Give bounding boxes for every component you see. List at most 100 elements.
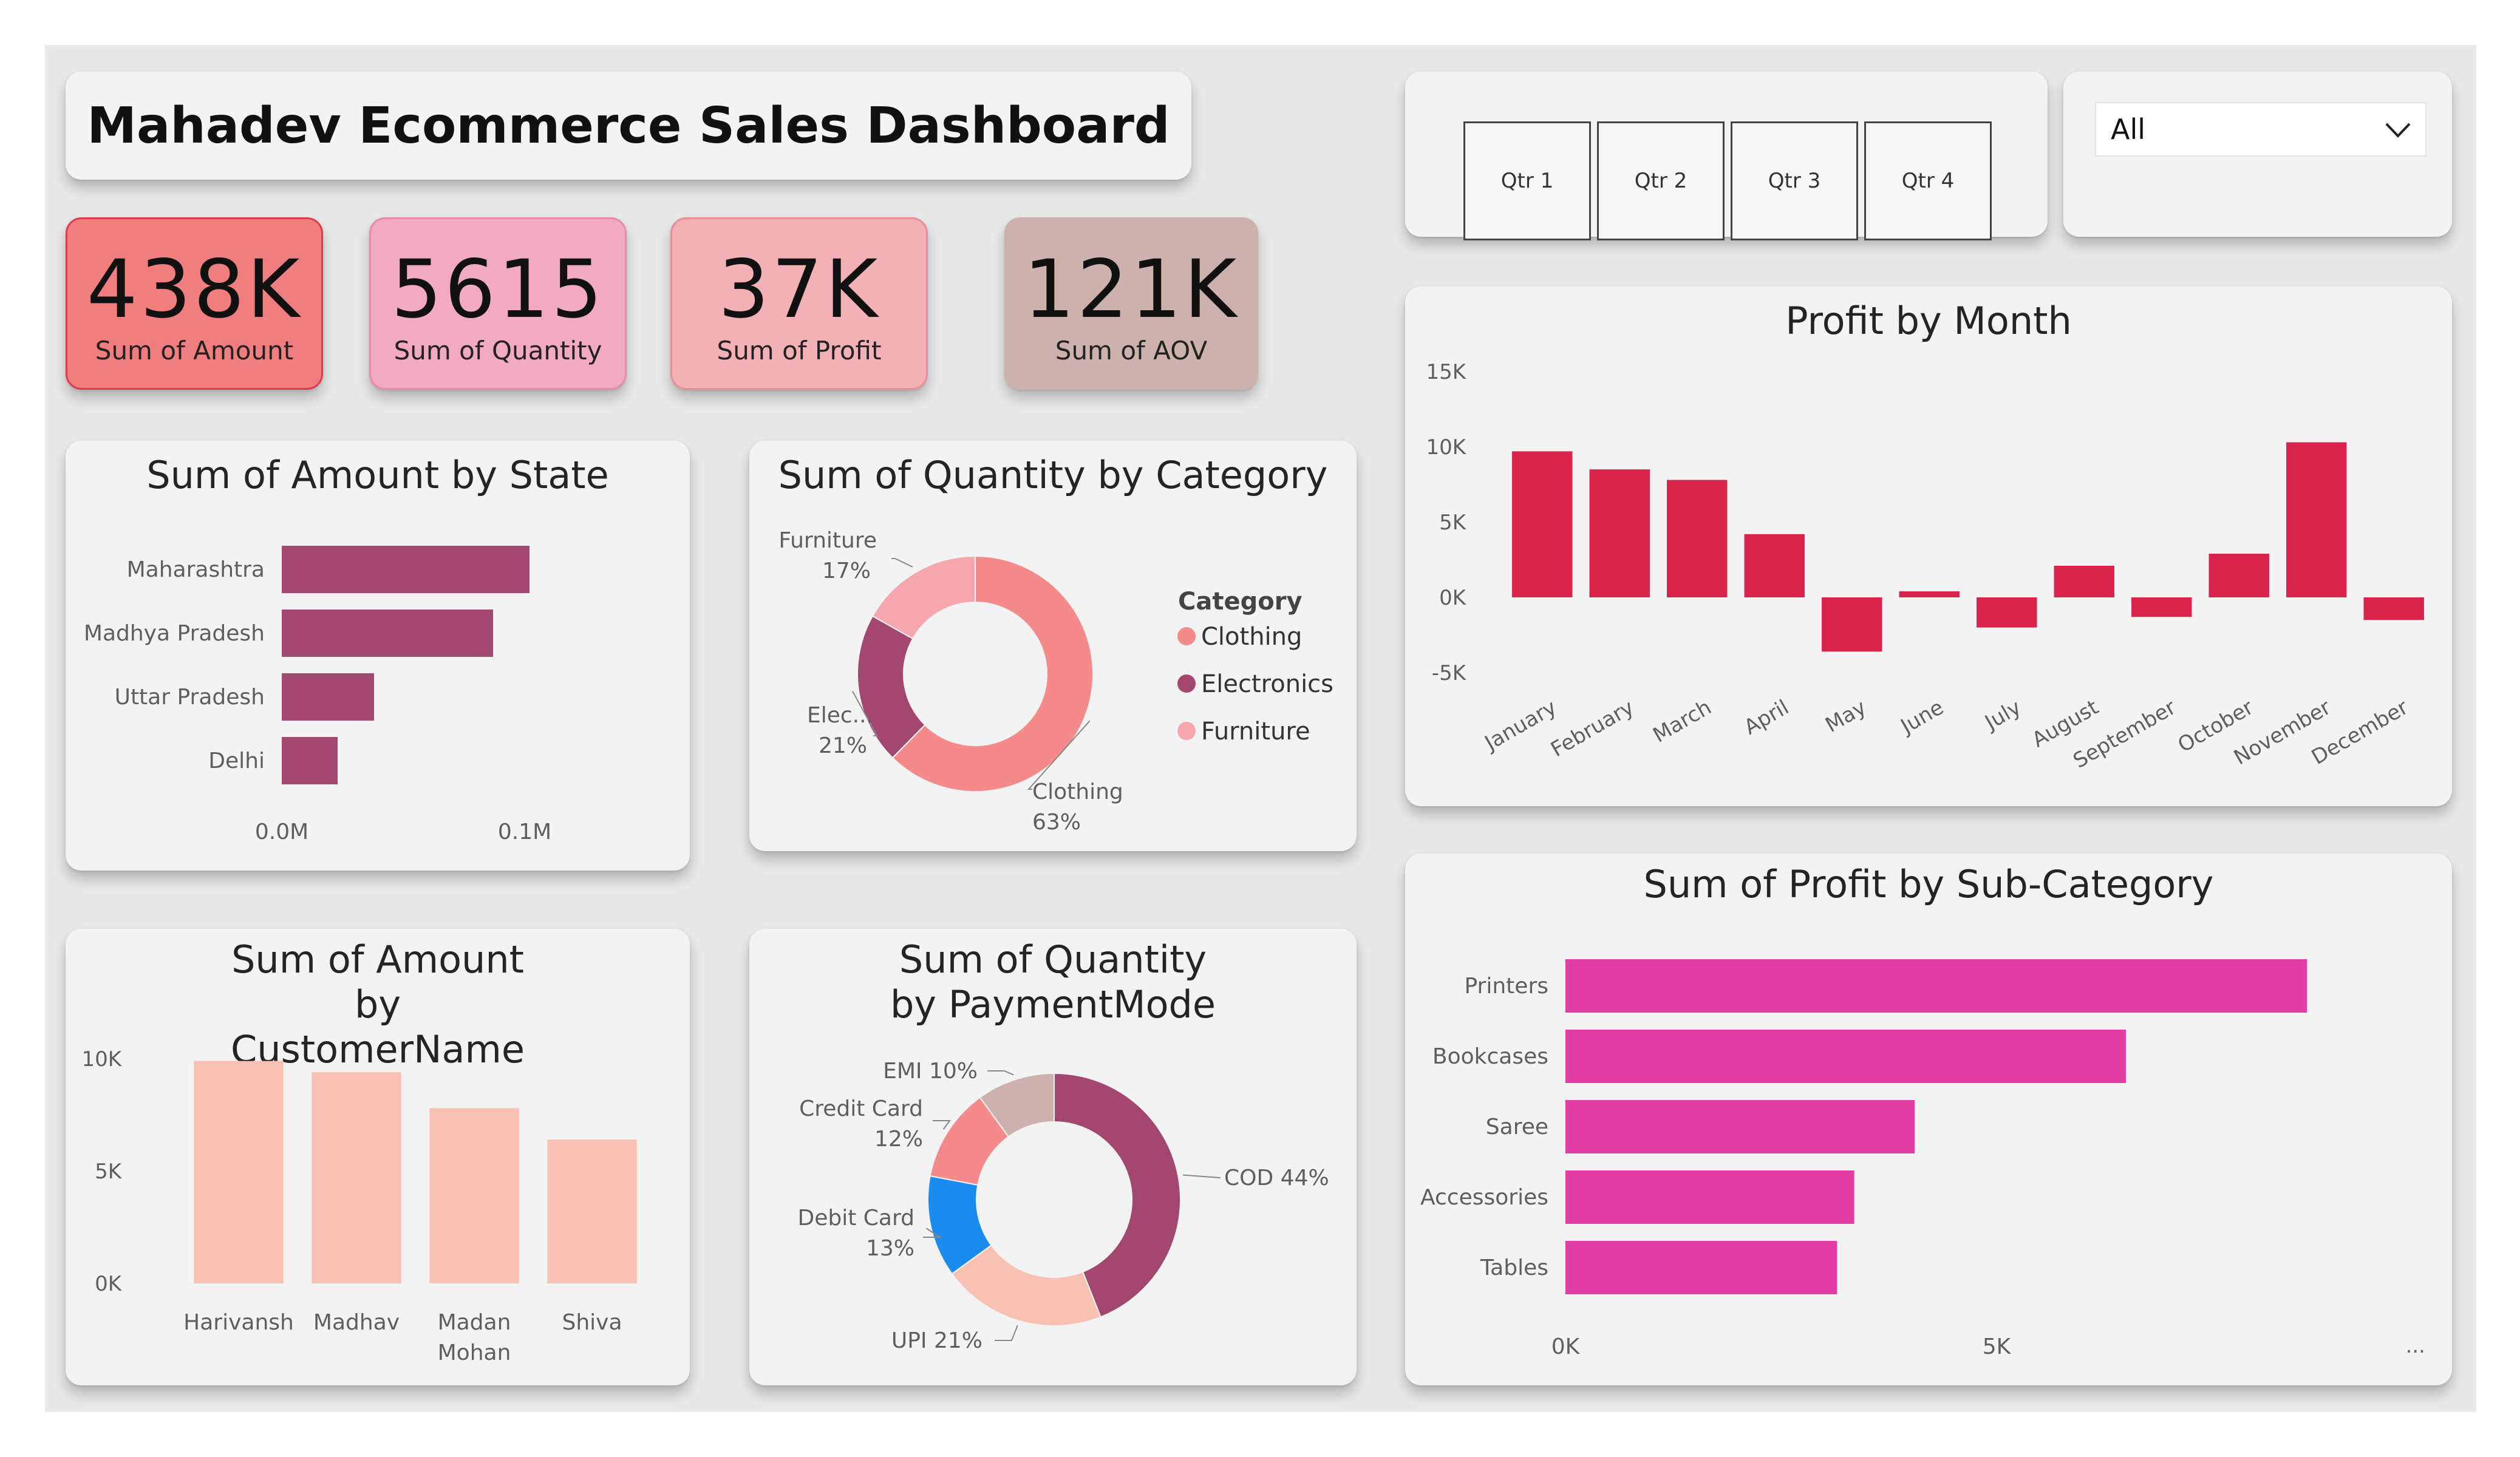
category-label: Tables [1480,1255,1548,1280]
quantity-by-category-card: Sum of Quantity by Category Clothing 63% E… [749,441,1357,851]
kpi-label: Sum of Profit [717,336,882,365]
x-tick-label: June [1896,695,1948,739]
amount-by-customer-chart: 10K 5K 0K Harivansh Madhav Madan Mohan Shiva [81,1047,637,1365]
profit-by-month-card: Profit by Month 15K 10K 5K 0K -5K January Febr… [1405,287,2452,806]
slicer-dropdown[interactable]: All [2095,102,2426,157]
category-label: Printers [1464,974,1548,999]
legend-item-furniture: Furniture [1201,718,1310,745]
y-tick-label: 10K [81,1047,122,1072]
slice-label-pct: 13% [866,1236,914,1261]
quarter-slicer: Qtr 1 Qtr 2 Qtr 3 Qtr 4 [1405,72,2048,240]
kpi-card-quantity[interactable]: 5615 Sum of Quantity [369,217,627,390]
bar-saree [1565,1100,1915,1153]
x-tick-label: May [1821,695,1870,738]
kpi-value: 5615 [391,243,605,336]
quarter-button-q3[interactable]: Qtr 3 [1731,121,1858,240]
bar-march [1667,480,1728,597]
category-label: Delhi [208,749,265,773]
profit-by-subcategory-chart: Printers Bookcases Saree Accessories Tables 0… [1420,959,2425,1359]
quantity-by-paymentmode-chart: COD 44% UPI 21% Debit Card 13% Credit Card 12… [798,1059,1329,1353]
kpi-value: 438K [86,243,302,336]
category-label: Accessories [1420,1185,1548,1210]
kpi-card-aov[interactable]: 121K Sum of AOV [1004,217,1258,390]
category-label: Saree [1486,1115,1548,1139]
x-tick-label: 0.0M [255,820,308,844]
dashboard-title: Mahadev Ecommerce Sales Dashboard [87,97,1170,155]
y-tick-label: -5K [1432,661,1467,685]
bar-accessories [1565,1170,1854,1224]
more-indicator: ... [2406,1334,2425,1358]
bar-october [2208,554,2269,597]
title-banner: Mahadev Ecommerce Sales Dashboard [66,72,1191,180]
bar-madhya-pradesh [282,610,493,657]
x-tick-label: Madhav [313,1310,400,1335]
slice-label-pct: 21% [819,733,867,758]
slice-label-name: UPI 21% [891,1328,982,1353]
legend-item-clothing: Clothing [1201,623,1302,651]
legend-marker-clothing [1177,627,1196,645]
kpi-label: Sum of AOV [1055,336,1208,365]
category-label: Uttar Pradesh [115,685,265,710]
bar-harivansh [194,1061,284,1283]
leader-line [995,1325,1018,1341]
bar-bookcases [1565,1030,2126,1083]
legend-title: Category [1178,588,1303,616]
leader-line [891,558,913,568]
y-tick-label: 5K [95,1160,123,1184]
slice-label-name: Debit Card [798,1206,915,1231]
kpi-label: Sum of Amount [95,336,294,365]
category-label: Bookcases [1432,1044,1548,1069]
bar-april [1744,534,1805,597]
slice-label-pct: 12% [874,1127,923,1152]
leader-line [933,1120,951,1130]
quarter-button-q4[interactable]: Qtr 4 [1864,121,1992,240]
x-tick-label: 5K [1983,1334,2012,1359]
category-label: Maharashtra [127,557,265,582]
dropdown-value: All [2111,113,2146,146]
slice-label-name: COD 44% [1224,1166,1329,1190]
chevron-down-icon [2385,123,2411,138]
slice-label-name: Furniture [778,528,877,553]
kpi-card-profit[interactable]: 37K Sum of Profit [670,217,928,390]
y-tick-label: 10K [1426,435,1466,460]
quantity-by-category-chart: Clothing 63% Elec... 21% Furniture 17% Categor… [778,528,1333,835]
legend-item-electronics: Electronics [1201,670,1333,698]
slice-label-name: Clothing [1032,779,1123,804]
quantity-by-paymentmode-card: Sum of Quantity by PaymentMode COD 44% UP… [749,929,1357,1385]
x-tick-label: Madan [438,1310,511,1335]
bar-february [1589,469,1650,597]
bar-maharashtra [282,546,530,593]
leader-line [1183,1174,1221,1178]
x-tick-label: Harivansh [183,1310,294,1335]
slice-label-name: Credit Card [799,1096,923,1121]
leader-line [987,1070,1014,1076]
bar-july [1977,597,2037,628]
profit-by-month-chart: 15K 10K 5K 0K -5K JanuaryFebruary March April Ma… [1426,360,2424,773]
amount-by-state-card: Sum of Amount by State Maharashtra Madhya… [66,441,690,871]
bar-tables [1565,1241,1837,1294]
x-tick-label: January [1480,695,1561,756]
x-tick-label: July [1980,695,2026,735]
profit-by-subcategory-card: Sum of Profit by Sub-Category Printers Bo… [1405,854,2452,1385]
y-tick-label: 0K [1439,586,1467,610]
bar-delhi [282,737,338,784]
quarter-button-q1[interactable]: Qtr 1 [1463,121,1591,240]
bar-uttar-pradesh [282,673,374,721]
x-tick-label: Shiva [562,1310,622,1335]
dropdown-slicer: All [2063,72,2452,237]
kpi-card-amount[interactable]: 438K Sum of Amount [66,217,323,390]
kpi-value: 121K [1023,243,1239,336]
kpi-label: Sum of Quantity [393,336,602,365]
y-tick-label: 0K [95,1272,123,1296]
bar-shiva [547,1139,637,1283]
category-label: Madhya Pradesh [84,621,265,646]
x-tick-label: April [1740,695,1793,740]
y-tick-label: 15K [1426,360,1466,384]
amount-by-customer-card: Sum of Amount by CustomerName 10K 5K 0K Har… [66,929,690,1385]
bar-november [2286,442,2347,597]
bar-january [1512,451,1573,597]
quarter-button-q2[interactable]: Qtr 2 [1597,121,1725,240]
bar-september [2131,597,2192,617]
x-tick-label: February [1547,695,1638,762]
bar-august [2054,565,2114,597]
